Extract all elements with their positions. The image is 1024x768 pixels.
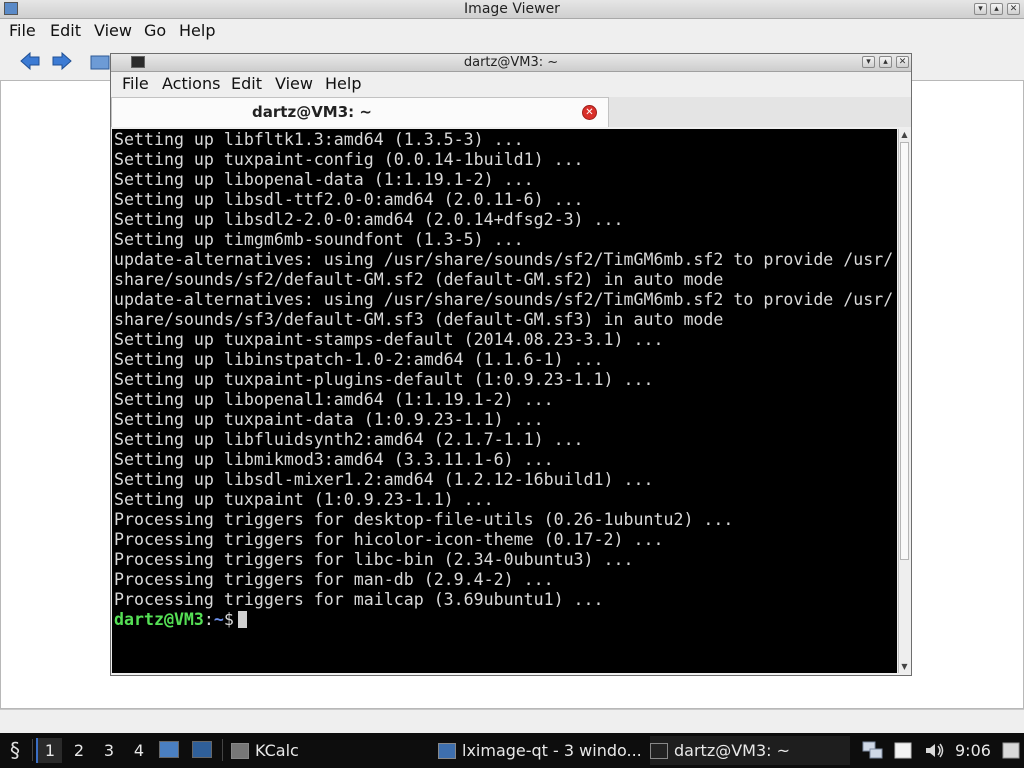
prompt-user: dartz@VM3	[114, 610, 204, 629]
task-lximage-label: lximage-qt - 3 windo...	[462, 741, 640, 760]
close-button[interactable]: ✕	[1007, 3, 1020, 15]
back-arrow-icon[interactable]	[19, 51, 41, 71]
desktop-show-icon[interactable]	[192, 741, 212, 758]
terminal-line: update-alternatives: using /usr/share/so…	[114, 250, 894, 269]
terminal-menu-actions[interactable]: Actions	[162, 73, 220, 95]
desktop-3-button[interactable]: 3	[96, 738, 122, 763]
start-menu-icon[interactable]: §	[4, 739, 26, 761]
scrollbar-thumb[interactable]	[900, 142, 909, 560]
menu-go[interactable]: Go	[144, 20, 166, 42]
desktop-2-button[interactable]: 2	[66, 738, 92, 763]
terminal-line: Setting up tuxpaint-plugins-default (1:0…	[114, 370, 654, 389]
terminal-line: Setting up libfltk1.3:amd64 (1.3.5-3) ..…	[114, 130, 524, 149]
tab-close-icon[interactable]: ✕	[582, 105, 597, 120]
clock[interactable]: 9:06	[955, 733, 991, 768]
desktop-1-button[interactable]: 1	[36, 738, 62, 763]
text-cursor	[237, 611, 247, 628]
terminal-menu-help[interactable]: Help	[325, 73, 361, 95]
prompt-path: ~	[213, 610, 224, 629]
scroll-down-arrow-icon[interactable]: ▼	[899, 661, 910, 673]
terminal-tabbar: dartz@VM3: ~ ✕	[111, 97, 911, 127]
terminal-line: Processing triggers for libc-bin (2.34-0…	[114, 550, 634, 569]
taskbar-separator	[222, 739, 223, 761]
terminal-line: share/sounds/sf2/default-GM.sf2 (default…	[114, 270, 724, 289]
terminal-line: Setting up libfluidsynth2:amd64 (2.1.7-1…	[114, 430, 584, 449]
terminal-line: Processing triggers for mailcap (3.69ubu…	[114, 590, 604, 609]
task-lximage[interactable]: lximage-qt - 3 windo...	[438, 736, 640, 765]
terminal-line: Setting up tuxpaint (1:0.9.23-1.1) ...	[114, 490, 494, 509]
terminal-menu-edit[interactable]: Edit	[231, 73, 262, 95]
terminal-output: Setting up libfltk1.3:amd64 (1.3.5-3) ..…	[114, 130, 893, 630]
calculator-icon	[231, 743, 249, 759]
terminal-output-area[interactable]: Setting up libfltk1.3:amd64 (1.3.5-3) ..…	[112, 129, 897, 673]
terminal-tab[interactable]: dartz@VM3: ~ ✕	[111, 97, 609, 127]
task-kcalc[interactable]: KCalc	[231, 736, 421, 765]
image-viewer-menubar: File Edit View Go Help	[0, 19, 1024, 43]
terminal-line: Setting up timgm6mb-soundfont (1.3-5) ..…	[114, 230, 524, 249]
task-kcalc-label: KCalc	[255, 741, 299, 760]
volume-icon[interactable]	[924, 741, 946, 760]
terminal-menu-view[interactable]: View	[275, 73, 313, 95]
maximize-button[interactable]: ▴	[990, 3, 1003, 15]
terminal-line: Setting up tuxpaint-stamps-default (2014…	[114, 330, 664, 349]
terminal-line: Setting up libopenal-data (1:1.19.1-2) .…	[114, 170, 534, 189]
terminal-line: Setting up tuxpaint-data (1:0.9.23-1.1) …	[114, 410, 544, 429]
network-icon[interactable]	[862, 741, 884, 760]
image-viewer-titlebar[interactable]: Image Viewer ▾ ▴ ✕	[0, 0, 1024, 19]
taskbar: § 1 2 3 4 KCalc lximage-qt - 3 windo... …	[0, 733, 1024, 768]
terminal-line: Processing triggers for man-db (2.9.4-2)…	[114, 570, 554, 589]
prompt-symbol: $	[223, 610, 234, 629]
clipboard-icon[interactable]	[893, 741, 913, 760]
power-icon[interactable]	[1001, 741, 1021, 760]
terminal-line: Setting up libopenal1:amd64 (1:1.19.1-2)…	[114, 390, 554, 409]
terminal-line: Processing triggers for hicolor-icon-the…	[114, 530, 664, 549]
prompt-separator: :	[203, 610, 214, 629]
terminal-line: Setting up libinstpatch-1.0-2:amd64 (1.1…	[114, 350, 604, 369]
terminal-window: dartz@VM3: ~ ▾ ▴ ✕ File Actions Edit Vie…	[110, 53, 912, 676]
terminal-title: dartz@VM3: ~	[463, 55, 559, 70]
image-viewer-title: Image Viewer	[464, 1, 560, 17]
terminal-maximize-button[interactable]: ▴	[879, 56, 892, 68]
terminal-scrollbar[interactable]: ▲ ▼	[898, 129, 910, 673]
menu-help[interactable]: Help	[179, 20, 215, 42]
menu-file[interactable]: File	[9, 20, 36, 42]
scroll-up-arrow-icon[interactable]: ▲	[899, 129, 910, 141]
terminal-menubar: File Actions Edit View Help	[111, 72, 911, 96]
terminal-icon	[650, 743, 668, 759]
terminal-prompt[interactable]: dartz@VM3:~$	[114, 610, 893, 630]
image-icon	[438, 743, 456, 759]
terminal-line: share/sounds/sf3/default-GM.sf3 (default…	[114, 310, 724, 329]
terminal-tab-label: dartz@VM3: ~	[252, 103, 372, 121]
terminal-line: update-alternatives: using /usr/share/so…	[114, 290, 894, 309]
terminal-line: Setting up libmikmod3:amd64 (3.3.11.1-6)…	[114, 450, 554, 469]
file-manager-icon[interactable]	[159, 741, 179, 758]
menu-edit[interactable]: Edit	[50, 20, 81, 42]
terminal-close-button[interactable]: ✕	[896, 56, 909, 68]
terminal-line: Setting up tuxpaint-config (0.0.14-1buil…	[114, 150, 584, 169]
terminal-minimize-button[interactable]: ▾	[862, 56, 875, 68]
taskbar-separator	[32, 739, 33, 761]
terminal-menu-file[interactable]: File	[122, 73, 149, 95]
task-terminal-label: dartz@VM3: ~	[674, 741, 791, 760]
terminal-line: Setting up libsdl-mixer1.2:amd64 (1.2.12…	[114, 470, 654, 489]
forward-arrow-icon[interactable]	[51, 51, 73, 71]
minimize-button[interactable]: ▾	[974, 3, 987, 15]
menu-view[interactable]: View	[94, 20, 132, 42]
desktop-4-button[interactable]: 4	[126, 738, 152, 763]
terminal-line: Setting up libsdl-ttf2.0-0:amd64 (2.0.11…	[114, 190, 584, 209]
terminal-titlebar[interactable]: dartz@VM3: ~ ▾ ▴ ✕	[111, 54, 911, 72]
terminal-line: Processing triggers for desktop-file-uti…	[114, 510, 734, 529]
task-terminal[interactable]: dartz@VM3: ~	[650, 736, 850, 765]
terminal-line: Setting up libsdl2-2.0-0:amd64 (2.0.14+d…	[114, 210, 624, 229]
image-viewer-statusbar	[0, 709, 1024, 734]
open-folder-icon[interactable]	[89, 51, 111, 71]
